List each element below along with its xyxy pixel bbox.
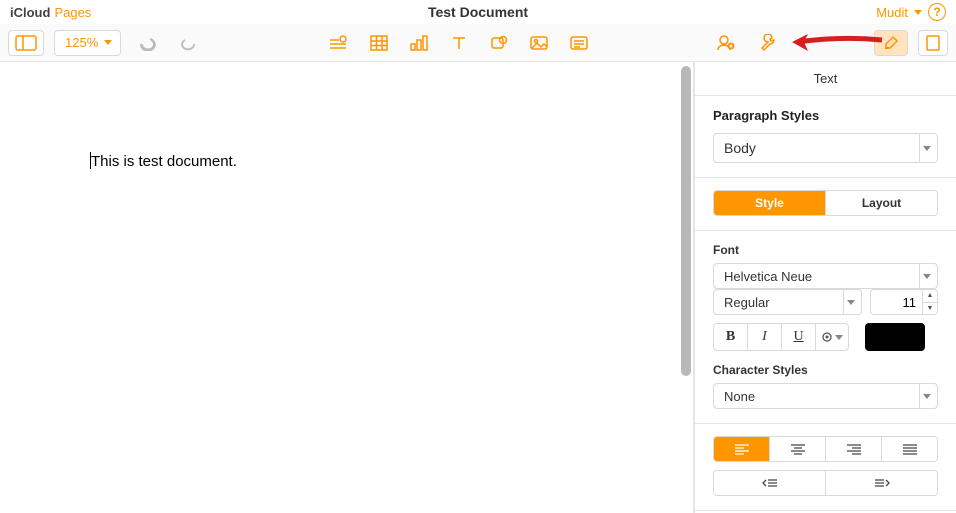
format-panel-button[interactable] xyxy=(874,30,908,56)
align-left-button[interactable] xyxy=(714,437,769,461)
tools-button[interactable] xyxy=(752,30,784,56)
font-size-stepper[interactable]: ▲ ▼ xyxy=(922,289,938,315)
user-menu[interactable]: Mudit xyxy=(876,5,908,20)
brand-pages[interactable]: Pages xyxy=(54,5,91,20)
gear-icon xyxy=(821,331,833,343)
increase-indent-button[interactable] xyxy=(825,471,937,495)
bold-button[interactable]: B xyxy=(713,323,747,351)
alignment-segment xyxy=(713,436,938,462)
chevron-down-icon[interactable] xyxy=(914,10,922,15)
zoom-value: 125% xyxy=(65,35,98,50)
zoom-select[interactable]: 125% xyxy=(54,30,121,56)
underline-button[interactable]: U xyxy=(781,323,815,351)
decrease-indent-button[interactable] xyxy=(714,471,825,495)
document-body-text[interactable]: This is test document. xyxy=(90,152,237,170)
view-button[interactable] xyxy=(8,30,44,56)
toolbar: 125% xyxy=(0,24,956,62)
insert-media-button[interactable] xyxy=(524,30,554,56)
sidebar-tab-text[interactable]: Text xyxy=(695,62,956,96)
align-justify-button[interactable] xyxy=(881,437,937,461)
stepper-up[interactable]: ▲ xyxy=(923,290,937,303)
help-button[interactable]: ? xyxy=(928,3,946,21)
main-area: This is test document. Text Paragraph St… xyxy=(0,62,956,513)
align-center-button[interactable] xyxy=(769,437,825,461)
chevron-down-icon xyxy=(835,335,843,340)
chevron-down-icon xyxy=(104,40,112,45)
brand-icloud[interactable]: iCloud xyxy=(10,5,50,20)
chevron-down-icon xyxy=(923,394,931,399)
insert-text-button[interactable] xyxy=(444,30,474,56)
stepper-down[interactable]: ▼ xyxy=(923,303,937,315)
text-color-swatch[interactable] xyxy=(865,323,925,351)
font-label: Font xyxy=(713,243,938,257)
document-page[interactable]: This is test document. xyxy=(0,62,675,513)
style-layout-segment: Style Layout xyxy=(713,190,938,216)
insert-comment-button[interactable] xyxy=(564,30,594,56)
seg-layout[interactable]: Layout xyxy=(825,191,937,215)
align-right-button[interactable] xyxy=(825,437,881,461)
paragraph-styles-label: Paragraph Styles xyxy=(713,108,938,123)
document-title: Test Document xyxy=(190,4,766,20)
document-panel-button[interactable] xyxy=(918,30,948,56)
insert-group xyxy=(322,30,594,56)
character-style-select[interactable]: None xyxy=(713,383,938,409)
title-bar: iCloud Pages Test Document Mudit ? xyxy=(0,0,956,24)
font-size-input[interactable] xyxy=(870,289,922,315)
chevron-down-icon xyxy=(847,300,855,305)
italic-button[interactable]: I xyxy=(747,323,781,351)
insert-list-button[interactable] xyxy=(322,30,354,56)
font-family-select[interactable]: Helvetica Neue xyxy=(713,263,938,289)
insert-shape-button[interactable] xyxy=(484,30,514,56)
seg-style[interactable]: Style xyxy=(714,191,825,215)
text-options-button[interactable] xyxy=(815,323,849,351)
insert-table-button[interactable] xyxy=(364,30,394,56)
undo-button[interactable] xyxy=(131,30,163,56)
indent-segment xyxy=(713,470,938,496)
vertical-scrollbar[interactable] xyxy=(681,66,691,376)
chevron-down-icon xyxy=(923,146,931,151)
collaborate-button[interactable] xyxy=(710,30,742,56)
paragraph-style-select[interactable]: Body xyxy=(713,133,938,163)
canvas-area: This is test document. xyxy=(0,62,694,513)
font-style-select[interactable]: Regular xyxy=(713,289,862,315)
format-sidebar: Text Paragraph Styles Body Style Layout … xyxy=(694,62,956,513)
redo-button[interactable] xyxy=(173,30,205,56)
chevron-down-icon xyxy=(923,274,931,279)
insert-chart-button[interactable] xyxy=(404,30,434,56)
character-styles-label: Character Styles xyxy=(713,363,938,377)
